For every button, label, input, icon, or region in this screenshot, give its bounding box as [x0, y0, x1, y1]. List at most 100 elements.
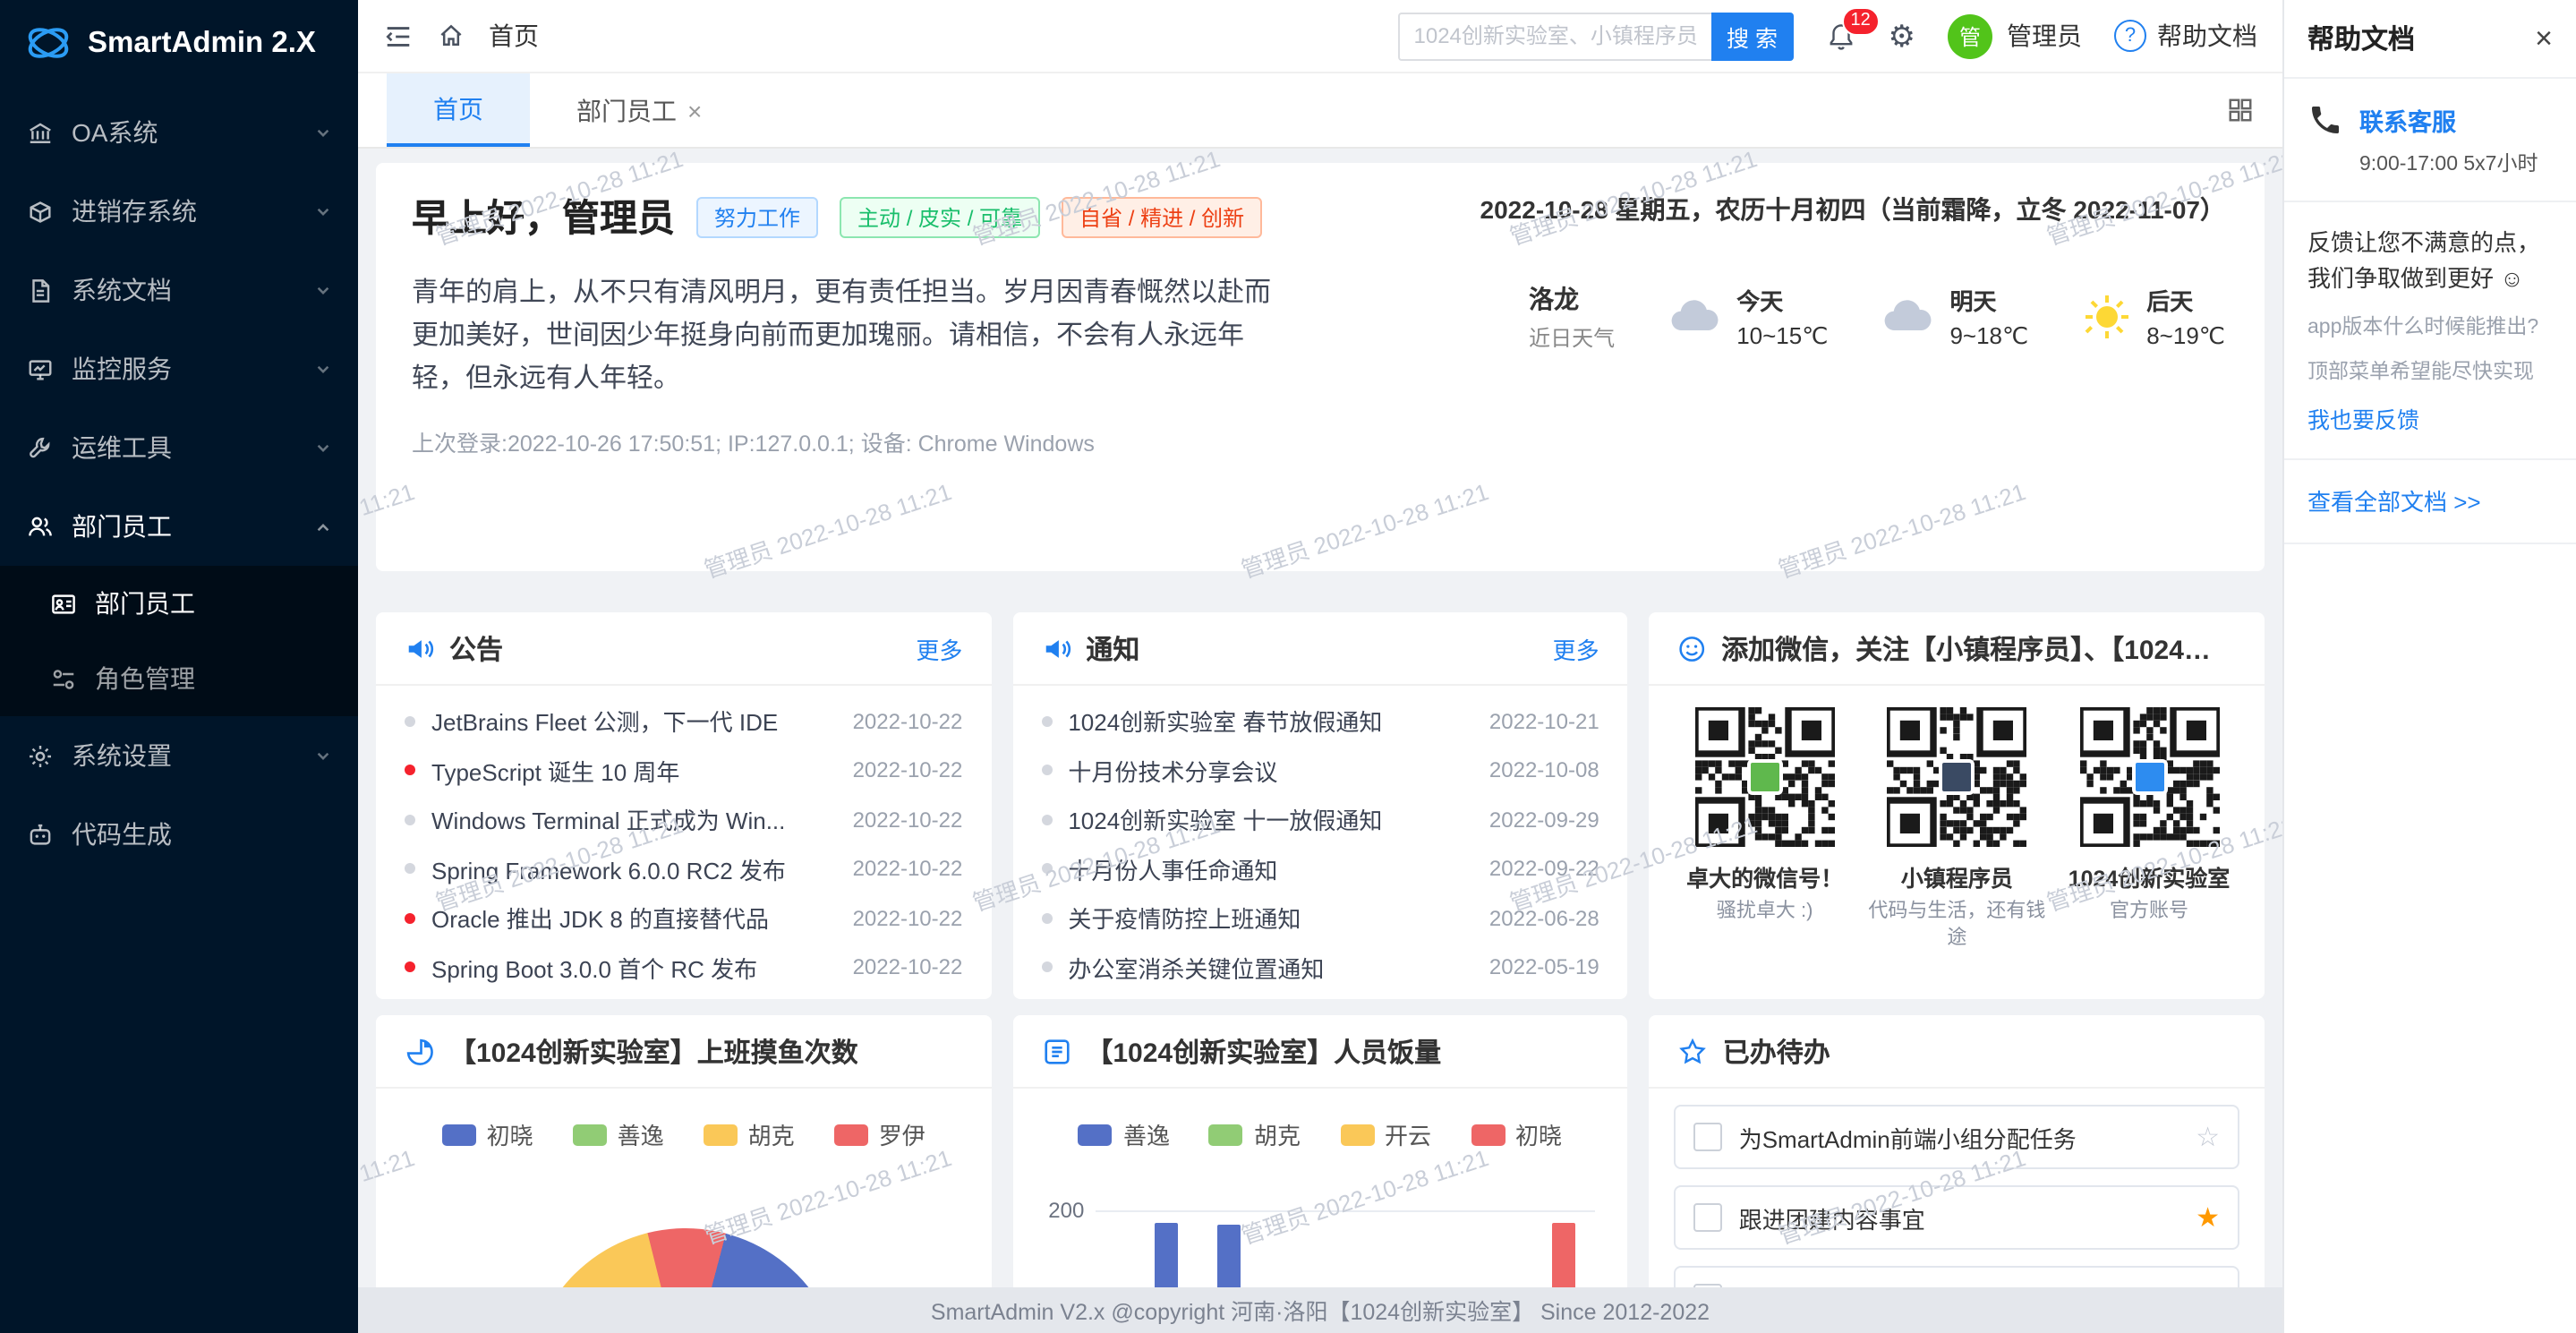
announcement-dot — [405, 864, 415, 875]
notices-card: 通知 更多 1024创新实验室 春节放假通知2022-10-21 十月份技术分享… — [1012, 612, 1627, 999]
search-input[interactable] — [1398, 12, 1711, 60]
todo-checkbox[interactable] — [1694, 1203, 1723, 1232]
weather-today: 今天10~15℃ — [1668, 283, 1828, 351]
weather-tomorrow: 明天9~18℃ — [1881, 283, 2028, 351]
wrench-icon — [27, 434, 54, 461]
legend-item[interactable]: 罗伊 — [834, 1117, 925, 1151]
user-menu[interactable]: 管 管理员 — [1948, 13, 2082, 58]
search-button[interactable]: 搜 索 — [1711, 12, 1794, 60]
settings-gear-icon[interactable]: ⚙ — [1889, 21, 1916, 51]
feedback-question: 顶部菜单希望能尽快实现 — [2307, 356, 2553, 385]
sliders-icon — [50, 665, 77, 692]
notice-row[interactable]: 十月份人事任命通知2022-09-22 — [1012, 844, 1627, 893]
pie-chart-icon — [405, 1036, 435, 1066]
meal-legend: 善逸 胡克 开云 初晓 — [1012, 1117, 1627, 1151]
sidebar-item-monitor[interactable]: 监控服务 — [0, 329, 358, 408]
announcement-row[interactable]: TypeScript 诞生 10 周年2022-10-22 — [376, 746, 991, 795]
sidebar-item-ops[interactable]: 运维工具 — [0, 408, 358, 487]
greeting-title: 早上好，管理员 — [412, 190, 675, 244]
notice-row[interactable]: 办公室消杀关键位置通知2022-05-19 — [1012, 943, 1627, 992]
help-panel: 帮助文档 × 联系客服 9:00-17:00 5x7小时 反馈让您不满意的点，我… — [2282, 0, 2576, 1333]
legend-item[interactable]: 初晓 — [1471, 1117, 1562, 1151]
legend-item[interactable]: 初晓 — [442, 1117, 533, 1151]
notice-row[interactable]: 1024创新实验室 十一放假通知2022-09-29 — [1012, 795, 1627, 844]
notice-row[interactable]: 1024创新实验室 春节放假通知2022-10-21 — [1012, 696, 1627, 746]
todo-checkbox[interactable] — [1694, 1284, 1723, 1286]
feedback-question: app版本什么时候能推出? — [2307, 312, 2553, 340]
legend-swatch — [704, 1124, 738, 1145]
todo-item[interactable]: 为SmartAdmin前端小组分配任务 ☆ — [1675, 1105, 2239, 1169]
id-card-icon — [50, 590, 77, 617]
todo-star[interactable]: ☆ — [2196, 1285, 2220, 1286]
app-window: SmartAdmin 2.X OA系统 进销存系统 系统文档 监控服务 — [0, 0, 2576, 1333]
close-tab-icon[interactable]: × — [687, 96, 702, 124]
notice-row[interactable]: 十月份技术分享会议2022-10-08 — [1012, 746, 1627, 795]
sidebar-item-erp[interactable]: 进销存系统 — [0, 172, 358, 251]
collapse-menu-icon[interactable] — [383, 21, 414, 51]
contact-support-link[interactable]: 联系客服 — [2359, 102, 2538, 138]
cloud-icon — [1668, 297, 1722, 337]
date-weather-block: 2022-10-28 星期五，农历十月初四（当前霜降，立冬 2022-11-07… — [1480, 192, 2225, 353]
tab-dept[interactable]: 部门员工 × — [530, 73, 748, 147]
legend-item[interactable]: 善逸 — [573, 1117, 664, 1151]
people-icon — [27, 513, 54, 540]
sidebar-item-codegen[interactable]: 代码生成 — [0, 795, 358, 874]
feedback-title: 反馈让您不满意的点，我们争取做到更好 ☺ — [2307, 226, 2553, 295]
qr-center-badge — [2131, 759, 2167, 795]
chevron-down-icon — [315, 203, 331, 219]
notice-row[interactable]: 关于疫情防控上班通知2022-06-28 — [1012, 893, 1627, 943]
todo-item[interactable]: 跟进客户定制一个软件平台 ☆ — [1675, 1266, 2239, 1286]
legend-item[interactable]: 善逸 — [1079, 1117, 1170, 1151]
sidebar-subitem-dept-staff[interactable]: 部门员工 — [0, 566, 358, 641]
page-content: 早上好，管理员 努力工作 主动 / 皮实 / 可靠 自省 / 精进 / 创新 青… — [358, 149, 2282, 1286]
feedback-link[interactable]: 我也要反馈 — [2307, 401, 2553, 435]
legend-item[interactable]: 胡克 — [1209, 1117, 1301, 1151]
announcement-dot — [405, 962, 415, 973]
card-title: 【1024创新实验室】人员饭量 — [1086, 1032, 1441, 1070]
qr-item: 小镇程序员 代码与生活，还有钱途 — [1866, 707, 2047, 952]
sun-icon — [2082, 292, 2132, 342]
support-hours: 9:00-17:00 5x7小时 — [2359, 149, 2538, 177]
cloud-icon — [1881, 297, 1935, 337]
announcement-row[interactable]: JetBrains Fleet 公测，下一代 IDE2022-10-22 — [376, 696, 991, 746]
user-name: 管理员 — [2007, 18, 2082, 54]
card-title: 添加微信，关注【小镇程序员】、【1024创新... — [1721, 629, 2236, 667]
all-docs-link[interactable]: 查看全部文档 >> — [2307, 489, 2481, 516]
megaphone-icon — [1041, 633, 1071, 663]
app-logo[interactable]: SmartAdmin 2.X — [0, 0, 358, 86]
legend-swatch — [442, 1124, 476, 1145]
breadcrumb: 首页 — [489, 18, 539, 54]
notifications-bell-icon[interactable]: 12 — [1826, 21, 1856, 51]
announcement-row[interactable]: Spring Framework 6.0.0 RC2 发布2022-10-22 — [376, 844, 991, 893]
close-icon[interactable]: × — [2535, 23, 2553, 54]
tab-home[interactable]: 首页 — [387, 73, 530, 147]
announcement-row[interactable]: Spring Boot 3.0.0 首个 RC 发布2022-10-22 — [376, 943, 991, 992]
topbar-right: 搜 索 12 ⚙ 管 管理员 ? 帮助文档 — [1398, 12, 2258, 60]
todo-item[interactable]: 跟进团建内容事宜 ★ — [1675, 1185, 2239, 1250]
todo-checkbox[interactable] — [1694, 1123, 1723, 1151]
todo-star[interactable]: ☆ — [2196, 1124, 2220, 1150]
announcements-more-link[interactable]: 更多 — [916, 631, 962, 665]
sidebar-subitem-role[interactable]: 角色管理 — [0, 641, 358, 716]
legend-item[interactable]: 开云 — [1340, 1117, 1431, 1151]
help-doc-link[interactable]: ? 帮助文档 — [2114, 18, 2257, 54]
sidebar-item-docs[interactable]: 系统文档 — [0, 251, 358, 329]
chevron-down-icon — [315, 282, 331, 298]
gear-icon — [27, 742, 54, 769]
home-icon[interactable] — [437, 21, 465, 50]
work-tag: 努力工作 — [696, 196, 818, 237]
sidebar-item-oa[interactable]: OA系统 — [0, 93, 358, 172]
sidebar-item-dept[interactable]: 部门员工 — [0, 487, 358, 566]
announcement-row[interactable]: Oracle 推出 JDK 8 的直接替代品2022-10-22 — [376, 893, 991, 943]
sidebar-item-settings[interactable]: 系统设置 — [0, 716, 358, 795]
todo-star[interactable]: ★ — [2196, 1204, 2220, 1231]
notification-badge: 12 — [1842, 6, 1880, 35]
legend-item[interactable]: 胡克 — [704, 1117, 795, 1151]
announcement-row[interactable]: Windows Terminal 正式成为 Win...2022-10-22 — [376, 795, 991, 844]
legend-swatch — [1079, 1124, 1113, 1145]
sidebar: SmartAdmin 2.X OA系统 进销存系统 系统文档 监控服务 — [0, 0, 358, 1333]
notices-more-link[interactable]: 更多 — [1553, 631, 1599, 665]
avatar: 管 — [1948, 13, 1992, 58]
wechat-card: 添加微信，关注【小镇程序员】、【1024创新... 卓大的微信号！ 骚扰卓大 :… — [1650, 612, 2265, 999]
tab-layout-grid-icon[interactable] — [2198, 73, 2282, 147]
